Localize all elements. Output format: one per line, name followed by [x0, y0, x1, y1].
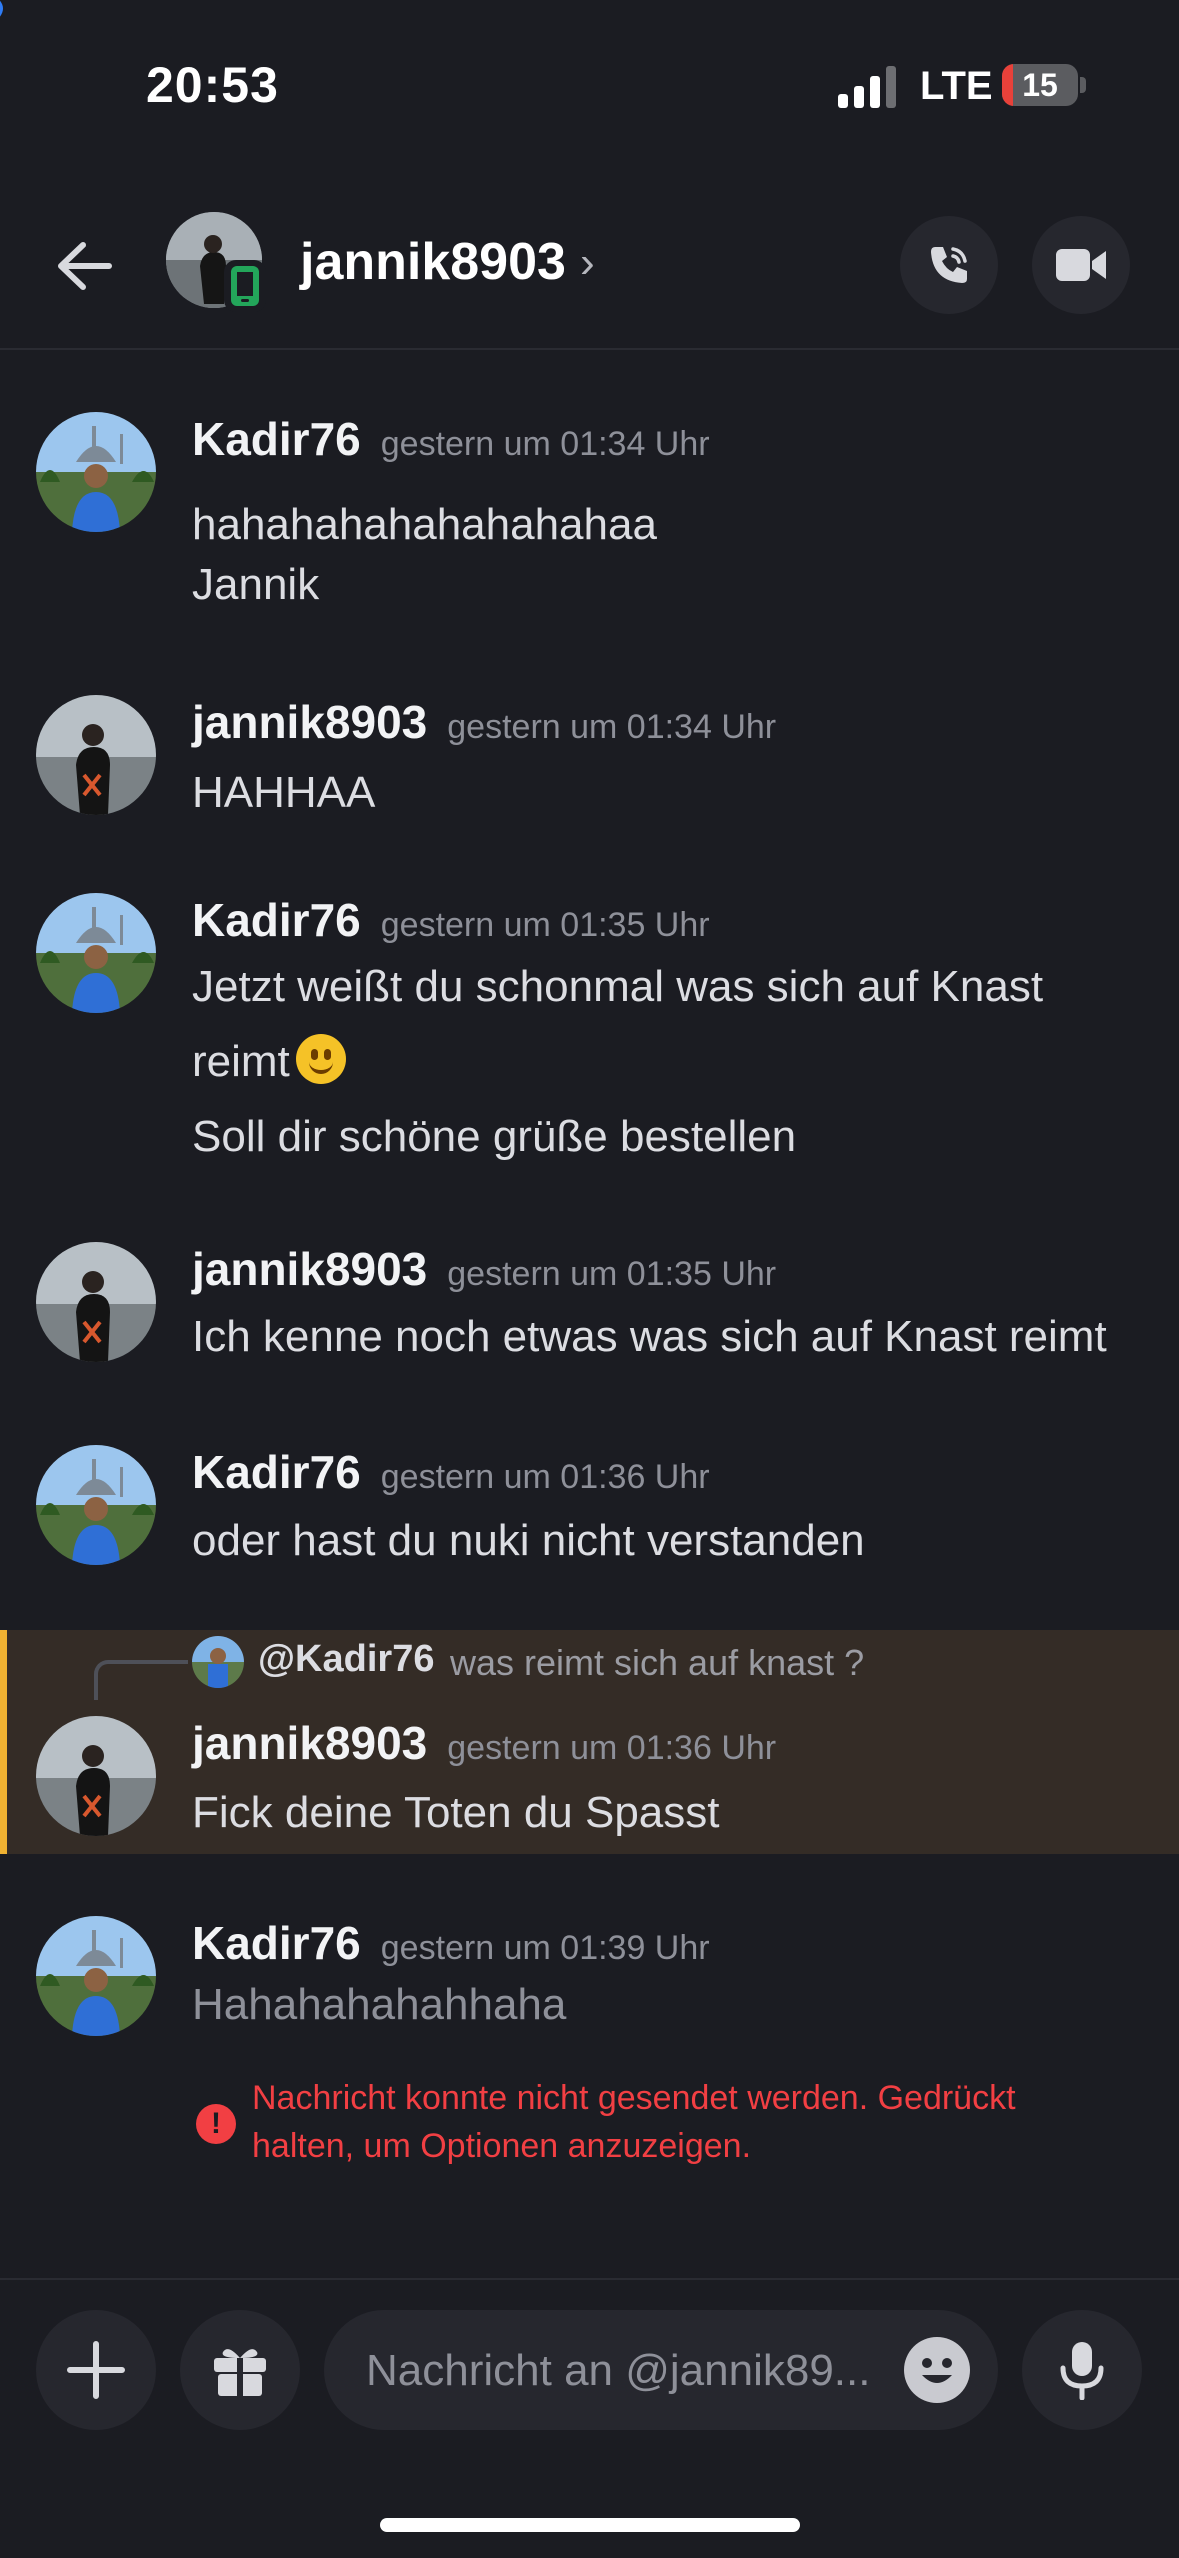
- add-attachment-button[interactable]: [36, 2310, 156, 2430]
- status-bar: 20:53 LTE 15: [0, 0, 1179, 160]
- phone-icon: [931, 247, 967, 283]
- message-timestamp: gestern um 01:39 Uhr: [380, 1929, 710, 1967]
- message-timestamp: gestern um 01:34 Uhr: [447, 708, 777, 746]
- reply-mention[interactable]: @Kadir76: [258, 1638, 434, 1681]
- reply-avatar: [192, 1636, 244, 1688]
- message-author[interactable]: jannik8903 gestern um 01:34 Uhr: [192, 695, 776, 749]
- cellular-signal-icon: [838, 66, 896, 108]
- message-composer: Nachricht an @jannik89...: [0, 2278, 1179, 2558]
- video-camera-icon: [1056, 249, 1106, 281]
- message-text[interactable]: oder hast du nuki nicht verstanden: [192, 1516, 865, 1566]
- message-input-placeholder: Nachricht an @jannik89...: [366, 2346, 871, 2395]
- status-time: 20:53: [146, 57, 279, 113]
- voice-call-button[interactable]: [900, 216, 998, 314]
- reply-connector: [94, 1660, 188, 1700]
- network-type: LTE: [920, 64, 993, 108]
- avatar[interactable]: [36, 1916, 156, 2036]
- plus-icon: [67, 2341, 125, 2399]
- message-timestamp: gestern um 01:36 Uhr: [447, 1729, 777, 1767]
- message-author[interactable]: Kadir76 gestern um 01:34 Uhr: [192, 412, 710, 466]
- gift-icon: [214, 2349, 266, 2396]
- message-text[interactable]: hahahahahahahahahaa: [192, 500, 657, 550]
- message-text[interactable]: Jetzt weißt du schonmal was sich auf Kna…: [192, 962, 1043, 1012]
- avatar[interactable]: [36, 893, 156, 1013]
- mobile-status-icon: [224, 260, 266, 312]
- emoji-picker-button[interactable]: [904, 2337, 970, 2403]
- message-timestamp: gestern um 01:35 Uhr: [380, 906, 710, 944]
- slight-smile-emoji-icon: [295, 1034, 346, 1084]
- message-input[interactable]: Nachricht an @jannik89...: [324, 2310, 998, 2430]
- chat-header: jannik8903 ›: [0, 190, 1179, 350]
- message-text[interactable]: reimt: [192, 1034, 346, 1087]
- signal-wave-icon: [0, 0, 3, 17]
- avatar[interactable]: [36, 695, 156, 815]
- avatar[interactable]: [36, 1242, 156, 1362]
- video-call-button[interactable]: [1032, 216, 1130, 314]
- home-indicator: [380, 2518, 800, 2532]
- message-text[interactable]: Jannik: [192, 560, 319, 610]
- back-button[interactable]: [48, 230, 120, 302]
- avatar[interactable]: [36, 1445, 156, 1565]
- message-timestamp: gestern um 01:34 Uhr: [380, 425, 710, 463]
- avatar[interactable]: [36, 412, 156, 532]
- message-timestamp: gestern um 01:36 Uhr: [380, 1458, 710, 1496]
- message-timestamp: gestern um 01:35 Uhr: [447, 1255, 777, 1293]
- battery-level: 15: [1022, 67, 1058, 103]
- message-author[interactable]: Kadir76 gestern um 01:36 Uhr: [192, 1445, 710, 1499]
- microphone-icon: [1060, 2342, 1104, 2400]
- message-text[interactable]: Hahahahahahhaha: [192, 1980, 566, 2030]
- message-text[interactable]: Ich kenne noch etwas was sich auf Knast …: [192, 1312, 1107, 1362]
- message-text[interactable]: HAHHAA: [192, 768, 375, 818]
- reply-preview-text[interactable]: was reimt sich auf knast ?: [450, 1642, 864, 1684]
- message-text[interactable]: Fick deine Toten du Spasst: [192, 1788, 720, 1838]
- arrow-left-icon: [58, 242, 112, 290]
- avatar[interactable]: [36, 1716, 156, 1836]
- battery-nub: [1080, 77, 1086, 93]
- chat-username[interactable]: jannik8903: [300, 232, 566, 292]
- message-author[interactable]: jannik8903 gestern um 01:35 Uhr: [192, 1242, 776, 1296]
- send-error-text[interactable]: Nachricht konnte nicht gesendet werden. …: [252, 2074, 1112, 2170]
- smiley-icon: [922, 2358, 952, 2383]
- message-author[interactable]: jannik8903 gestern um 01:36 Uhr: [192, 1716, 776, 1770]
- gift-button[interactable]: [180, 2310, 300, 2430]
- message-author[interactable]: Kadir76 gestern um 01:39 Uhr: [192, 1916, 710, 1970]
- battery-icon: 15: [1002, 64, 1078, 106]
- error-icon: !: [196, 2104, 236, 2144]
- mention-highlight-bar: [0, 1630, 7, 1854]
- voice-message-button[interactable]: [1022, 2310, 1142, 2430]
- chevron-right-icon[interactable]: ›: [580, 238, 595, 288]
- message-text[interactable]: Soll dir schöne grüße bestellen: [192, 1112, 796, 1162]
- message-author[interactable]: Kadir76 gestern um 01:35 Uhr: [192, 893, 710, 947]
